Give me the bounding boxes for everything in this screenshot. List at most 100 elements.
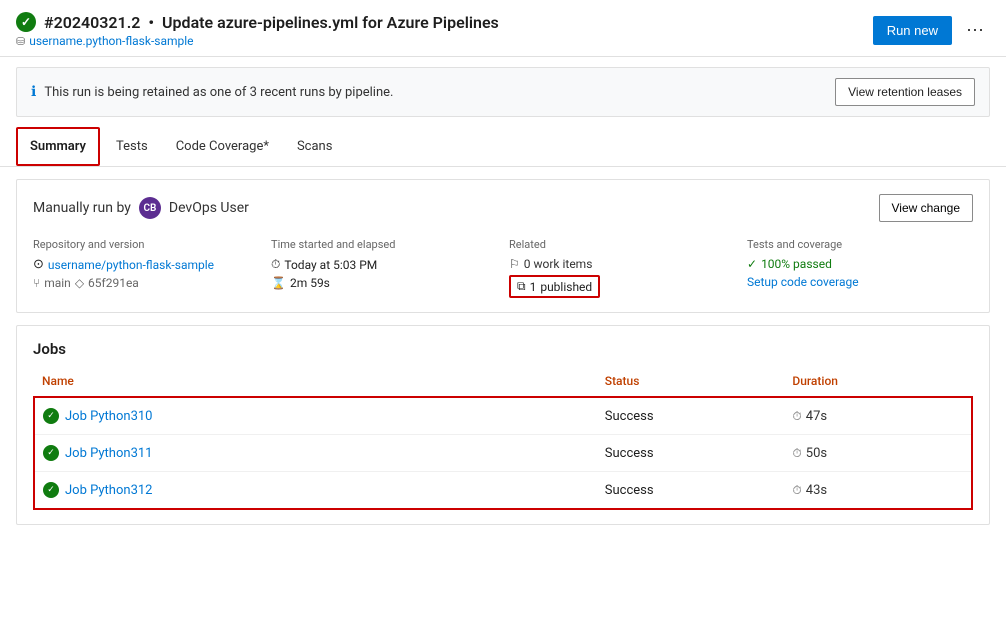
manually-run-info: Manually run by CB DevOps User <box>33 197 249 219</box>
column-header-status: Status <box>597 370 785 397</box>
job-name-cell: ✓ Job Python311 <box>34 435 597 472</box>
jobs-title: Jobs <box>33 340 973 358</box>
title-separator: • <box>148 13 154 32</box>
job-status-cell: Success <box>597 435 785 472</box>
meta-tests: Tests and coverage ✓ 100% passed Setup c… <box>747 238 973 298</box>
github-icon: ⊙ <box>33 257 44 272</box>
run-title: Update azure-pipelines.yml for Azure Pip… <box>162 13 499 32</box>
meta-related: Related ⚐ 0 work items ⧉ 1 published <box>509 238 735 298</box>
job-success-icon: ✓ <box>43 408 59 424</box>
repo-link[interactable]: username/python-flask-sample <box>48 258 214 272</box>
tab-tests-label: Tests <box>116 139 148 154</box>
tab-code-coverage[interactable]: Code Coverage* <box>164 129 281 166</box>
summary-card: Manually run by CB DevOps User View chan… <box>16 179 990 313</box>
published-count: 1 <box>530 280 537 294</box>
time-elapsed: 2m 59s <box>290 276 330 290</box>
header-subtitle: ⛁ username.python-flask-sample <box>16 34 499 48</box>
summary-header: Manually run by CB DevOps User View chan… <box>33 194 973 222</box>
job-duration-value: 47s <box>806 409 827 424</box>
time-label: Time started and elapsed <box>271 238 497 251</box>
job-name-link[interactable]: Job Python311 <box>65 446 152 461</box>
branch-commit: ⑂ main ◇ 65f291ea <box>33 276 259 290</box>
job-duration-value: 50s <box>806 446 827 461</box>
job-name-cell: ✓ Job Python312 <box>34 472 597 510</box>
tests-label: Tests and coverage <box>747 238 973 251</box>
tab-scans-label: Scans <box>297 139 332 154</box>
artifact-icon: ⧉ <box>517 279 526 294</box>
published-label: published <box>540 280 592 294</box>
retention-banner: ℹ This run is being retained as one of 3… <box>16 67 990 117</box>
published-badge[interactable]: ⧉ 1 published <box>509 275 600 298</box>
retention-message: This run is being retained as one of 3 r… <box>44 85 393 100</box>
view-retention-leases-button[interactable]: View retention leases <box>835 78 975 106</box>
clock-icon: ⌛ <box>271 276 286 290</box>
job-duration-cell: ⏱ 50s <box>784 435 972 472</box>
calendar-icon: ⏱ <box>271 257 280 272</box>
job-duration-cell: ⏱ 47s <box>784 397 972 435</box>
jobs-table-header: Name Status Duration <box>34 370 972 397</box>
diamond-icon: ◇ <box>75 276 84 290</box>
user-avatar: CB <box>139 197 161 219</box>
job-name-link[interactable]: Job Python310 <box>65 409 152 424</box>
tab-tests[interactable]: Tests <box>104 129 160 166</box>
time-started-value: ⏱ Today at 5:03 PM <box>271 257 497 272</box>
column-header-duration: Duration <box>784 370 972 397</box>
duration-clock-icon: ⏱ <box>792 409 801 424</box>
user-name: DevOps User <box>169 200 249 216</box>
table-row: ✓ Job Python311 Success ⏱ 50s <box>34 435 972 472</box>
time-elapsed-value: ⌛ 2m 59s <box>271 276 497 290</box>
setup-coverage-link-container: Setup code coverage <box>747 275 973 290</box>
tests-passed-value: ✓ 100% passed <box>747 257 973 271</box>
jobs-table: Name Status Duration ✓ Job Python310 Suc… <box>33 370 973 510</box>
main-content: Manually run by CB DevOps User View chan… <box>0 167 1006 537</box>
run-number: #20240321.2 <box>44 13 140 32</box>
commit-hash: 65f291ea <box>88 276 139 290</box>
header-actions: Run new ⋯ <box>873 16 990 45</box>
published-container: ⧉ 1 published <box>509 275 735 298</box>
setup-code-coverage-link[interactable]: Setup code coverage <box>747 275 859 289</box>
job-status-cell: Success <box>597 397 785 435</box>
view-change-button[interactable]: View change <box>879 194 974 222</box>
job-status-cell: Success <box>597 472 785 510</box>
success-status-icon: ✓ <box>16 12 36 32</box>
job-name-link[interactable]: Job Python312 <box>65 483 152 498</box>
branch-name: main <box>44 276 71 290</box>
manually-run-prefix: Manually run by <box>33 200 131 216</box>
job-success-icon: ✓ <box>43 482 59 498</box>
job-duration-cell: ⏱ 43s <box>784 472 972 510</box>
job-duration-value: 43s <box>806 483 827 498</box>
jobs-card: Jobs Name Status Duration ✓ Job Python31… <box>16 325 990 525</box>
table-row: ✓ Job Python310 Success ⏱ 47s <box>34 397 972 435</box>
subtitle-link[interactable]: username.python-flask-sample <box>29 34 193 48</box>
meta-grid: Repository and version ⊙ username/python… <box>33 238 973 298</box>
tab-summary[interactable]: Summary <box>16 127 100 166</box>
job-name-cell: ✓ Job Python310 <box>34 397 597 435</box>
work-items-icon: ⚐ <box>509 257 520 271</box>
time-started: Today at 5:03 PM <box>284 258 377 272</box>
page-title: ✓ #20240321.2 • Update azure-pipelines.y… <box>16 12 499 32</box>
tab-summary-label: Summary <box>30 139 86 154</box>
branch-icon: ⑂ <box>33 276 40 290</box>
repo-icon: ⛁ <box>16 35 25 48</box>
tabs-bar: Summary Tests Code Coverage* Scans <box>0 127 1006 167</box>
meta-repository: Repository and version ⊙ username/python… <box>33 238 259 298</box>
work-items-value: ⚐ 0 work items <box>509 257 735 271</box>
duration-clock-icon: ⏱ <box>792 483 801 498</box>
tab-scans[interactable]: Scans <box>285 129 344 166</box>
more-options-button[interactable]: ⋯ <box>960 16 990 45</box>
retention-message-area: ℹ This run is being retained as one of 3… <box>31 84 393 100</box>
related-label: Related <box>509 238 735 251</box>
header: ✓ #20240321.2 • Update azure-pipelines.y… <box>0 0 1006 57</box>
info-icon: ℹ <box>31 84 36 100</box>
run-new-button[interactable]: Run new <box>873 16 952 45</box>
duration-clock-icon: ⏱ <box>792 446 801 461</box>
tab-coverage-label: Code Coverage* <box>176 139 269 154</box>
header-left: ✓ #20240321.2 • Update azure-pipelines.y… <box>16 12 499 48</box>
page-container: ✓ #20240321.2 • Update azure-pipelines.y… <box>0 0 1006 625</box>
repo-name-value: ⊙ username/python-flask-sample <box>33 257 259 272</box>
meta-time: Time started and elapsed ⏱ Today at 5:03… <box>271 238 497 298</box>
job-success-icon: ✓ <box>43 445 59 461</box>
checkmark-icon: ✓ <box>747 257 757 271</box>
table-row: ✓ Job Python312 Success ⏱ 43s <box>34 472 972 510</box>
column-header-name: Name <box>34 370 597 397</box>
